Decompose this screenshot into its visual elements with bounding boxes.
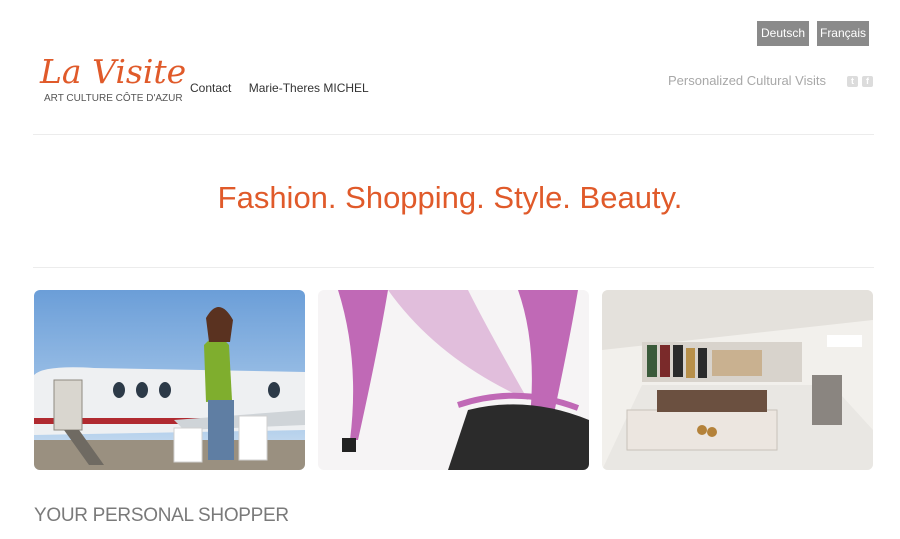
hero-divider (33, 267, 874, 268)
logo-title: La Visite (40, 52, 187, 91)
logo[interactable]: La Visite ART CULTURE CÔTE D'AZUR (40, 52, 187, 104)
section-title: YOUR PERSONAL SHOPPER (34, 505, 289, 526)
language-button-deutsch[interactable]: Deutsch (757, 21, 809, 46)
facebook-icon[interactable]: f (862, 76, 873, 87)
tagline: Personalized Cultural Visits (668, 73, 826, 88)
nav-item-contact[interactable]: Contact (190, 81, 231, 95)
nav-item-marie-theres-michel[interactable]: Marie-Theres MICHEL (249, 81, 369, 95)
pink-high-heels-photo (318, 290, 589, 470)
language-button-francais[interactable]: Français (817, 21, 869, 46)
twitter-icon[interactable]: t (847, 76, 858, 87)
hero-headline: Fashion. Shopping. Style. Beauty. (217, 180, 683, 215)
boutique-interior-photo (602, 290, 873, 470)
woman-shopping-jet-photo (34, 290, 305, 470)
header-divider (33, 134, 874, 135)
main-nav: Contact Marie-Theres MICHEL (190, 81, 383, 95)
logo-subtitle: ART CULTURE CÔTE D'AZUR (44, 93, 183, 104)
page: Deutsch Français La Visite ART CULTURE C… (0, 0, 900, 539)
